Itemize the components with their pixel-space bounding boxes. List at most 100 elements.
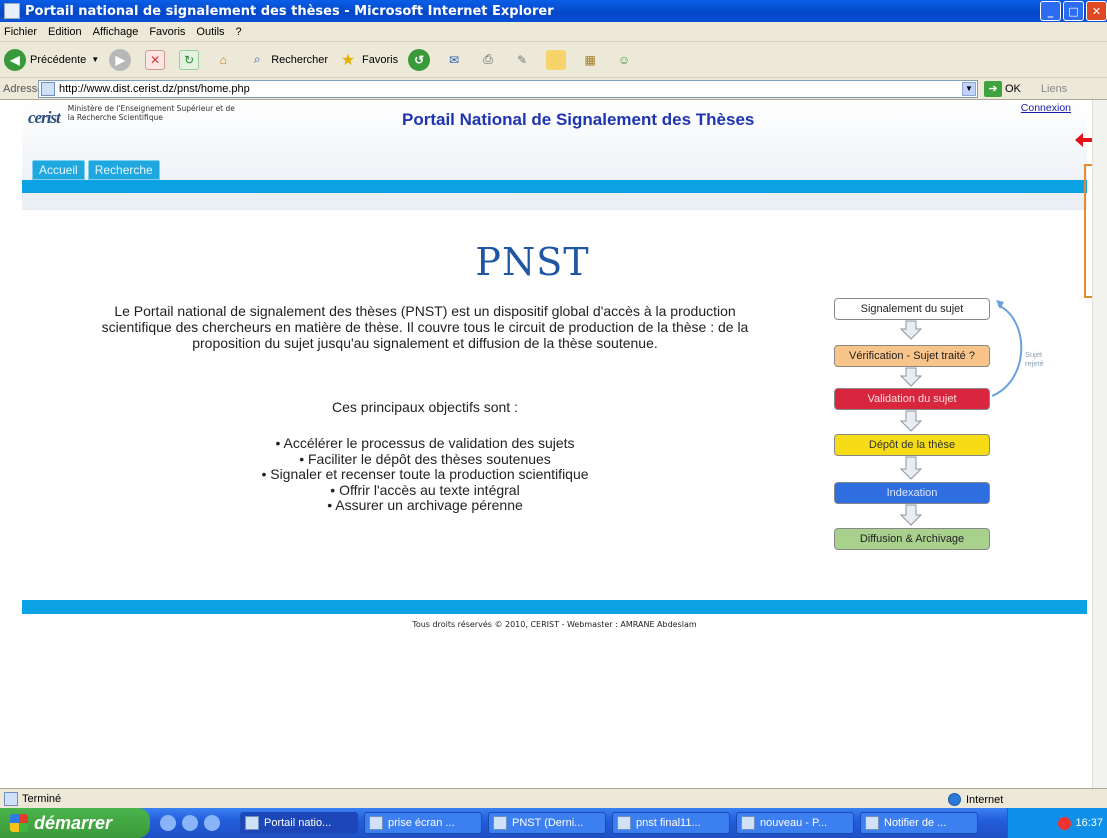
footer-divider bbox=[22, 600, 1087, 614]
taskbar-item[interactable]: nouveau - P... bbox=[736, 812, 854, 834]
start-label: démarrer bbox=[34, 812, 113, 833]
globe-icon bbox=[948, 793, 961, 806]
go-button[interactable]: OK bbox=[1005, 83, 1021, 95]
address-url: http://www.dist.cerist.dz/pnst/home.php bbox=[59, 82, 250, 95]
word-icon bbox=[493, 816, 507, 830]
taskbar-item-label: nouveau - P... bbox=[760, 817, 828, 829]
zone-indicator: Internet bbox=[948, 793, 1003, 806]
stop-icon: ✕ bbox=[145, 49, 166, 70]
quicklaunch-icon[interactable] bbox=[182, 815, 198, 831]
stop-button[interactable]: ✕ bbox=[145, 49, 169, 70]
status-bar: Terminé Internet bbox=[0, 788, 1107, 808]
start-button[interactable]: démarrer bbox=[0, 808, 150, 838]
back-arrow-icon: ◀ bbox=[4, 48, 26, 71]
refresh-button[interactable]: ↻ bbox=[179, 49, 203, 70]
window-title-bar: Portail national de signalement des thès… bbox=[0, 0, 1107, 22]
rejection-curve bbox=[991, 304, 1023, 397]
print-button[interactable]: ⎙ bbox=[478, 50, 502, 70]
down-arrow-icon bbox=[899, 410, 923, 432]
down-arrow-icon bbox=[899, 320, 923, 340]
star-icon: ★ bbox=[340, 51, 356, 69]
address-input[interactable]: http://www.dist.cerist.dz/pnst/home.php … bbox=[38, 79, 978, 98]
home-button[interactable]: ⌂ bbox=[213, 50, 237, 70]
taskbar: démarrer Portail natio... prise écran ..… bbox=[0, 808, 1107, 838]
search-icon: ⌕ bbox=[253, 52, 261, 66]
toolbar: ◀ Précédente ▼ ▶ ✕ ↻ ⌂ ⌕ Rechercher ★ Fa… bbox=[0, 42, 1107, 78]
window-controls: _ □ ✕ bbox=[1040, 1, 1107, 21]
taskbar-item[interactable]: Notifier de ... bbox=[860, 812, 978, 834]
tray-icon[interactable] bbox=[1058, 816, 1072, 830]
vertical-scrollbar[interactable] bbox=[1092, 100, 1107, 788]
footer-text: Tous droits réservés © 2010, CERIST - We… bbox=[412, 620, 697, 629]
page-viewport: cerist Ministère de l'Enseignement Supér… bbox=[0, 100, 1092, 788]
menu-edition[interactable]: Edition bbox=[48, 26, 82, 38]
ie-icon bbox=[4, 3, 20, 19]
word-icon bbox=[617, 816, 631, 830]
paint-icon bbox=[741, 816, 755, 830]
research-button[interactable]: ▦ bbox=[580, 50, 604, 70]
annotation-frame bbox=[1084, 164, 1092, 298]
clock: 16:37 bbox=[1075, 817, 1103, 829]
annotation-arrow-head bbox=[1075, 133, 1083, 147]
rejected-label: Sujet rejeté bbox=[1025, 350, 1044, 368]
back-button[interactable]: ◀ Précédente ▼ bbox=[4, 48, 100, 71]
address-dropdown-icon[interactable]: ▼ bbox=[962, 81, 976, 96]
close-button[interactable]: ✕ bbox=[1086, 1, 1107, 21]
taskbar-item-label: Portail natio... bbox=[264, 817, 332, 829]
search-label: Rechercher bbox=[271, 53, 329, 66]
page-icon bbox=[4, 791, 18, 806]
taskbar-item-label: pnst final11... bbox=[636, 817, 701, 829]
favorites-button[interactable]: ★ Favoris bbox=[338, 50, 398, 70]
edit-button[interactable]: ✎ bbox=[512, 50, 536, 70]
down-arrow-icon bbox=[899, 456, 923, 480]
minimize-button[interactable]: _ bbox=[1040, 1, 1061, 21]
zone-label: Internet bbox=[966, 793, 1004, 806]
system-tray: 16:37 bbox=[1007, 808, 1107, 838]
menu-help[interactable]: ? bbox=[236, 26, 242, 38]
search-button[interactable]: ⌕ Rechercher bbox=[247, 50, 328, 70]
menu-bar: Fichier Edition Affichage Favoris Outils… bbox=[0, 22, 1107, 42]
taskbar-item-label: PNST (Derni... bbox=[512, 817, 584, 829]
mail-icon: ✉ bbox=[449, 52, 460, 67]
go-arrow-icon[interactable]: ➔ bbox=[984, 80, 1002, 97]
menu-affichage[interactable]: Affichage bbox=[93, 26, 139, 38]
messenger-icon: ☺ bbox=[617, 52, 631, 67]
taskbar-item[interactable]: prise écran ... bbox=[364, 812, 482, 834]
menu-fichier[interactable]: Fichier bbox=[4, 26, 37, 38]
flow-arrows bbox=[899, 300, 1023, 526]
quicklaunch-icon[interactable] bbox=[160, 815, 176, 831]
mail-button[interactable]: ✉ bbox=[444, 50, 468, 70]
history-button[interactable]: ↺ bbox=[408, 48, 434, 71]
taskbar-item[interactable]: pnst final11... bbox=[612, 812, 730, 834]
taskbar-item-label: prise écran ... bbox=[388, 817, 455, 829]
research-icon: ▦ bbox=[584, 52, 596, 67]
favorites-label: Favoris bbox=[362, 53, 399, 66]
forward-button[interactable]: ▶ bbox=[109, 48, 135, 71]
forward-arrow-icon: ▶ bbox=[109, 48, 132, 71]
window-title: Portail national de signalement des thès… bbox=[25, 3, 554, 19]
folder-button[interactable] bbox=[546, 49, 570, 70]
menu-favoris[interactable]: Favoris bbox=[149, 26, 185, 38]
edit-icon: ✎ bbox=[517, 52, 528, 67]
taskbar-item[interactable]: Portail natio... bbox=[240, 812, 358, 834]
menu-outils[interactable]: Outils bbox=[196, 26, 224, 38]
quick-launch bbox=[160, 815, 220, 831]
address-bar: Adresse http://www.dist.cerist.dz/pnst/h… bbox=[0, 78, 1107, 100]
quicklaunch-icon[interactable] bbox=[204, 815, 220, 831]
chevron-down-icon: ▼ bbox=[91, 55, 100, 64]
down-arrow-icon bbox=[899, 367, 923, 387]
refresh-icon: ↻ bbox=[179, 49, 200, 70]
ie-icon bbox=[245, 816, 259, 830]
folder-icon bbox=[546, 49, 567, 70]
address-label: Adresse bbox=[3, 82, 44, 95]
taskbar-item[interactable]: PNST (Derni... bbox=[488, 812, 606, 834]
history-icon: ↺ bbox=[408, 48, 431, 71]
page-icon bbox=[41, 81, 55, 96]
home-icon: ⌂ bbox=[219, 52, 227, 67]
status-text: Terminé bbox=[22, 792, 62, 805]
back-label: Précédente bbox=[30, 53, 87, 66]
links-button[interactable]: Liens bbox=[1041, 83, 1067, 95]
messenger-button[interactable]: ☺ bbox=[614, 50, 638, 70]
windows-flag-icon bbox=[10, 814, 28, 832]
maximize-button[interactable]: □ bbox=[1063, 1, 1084, 21]
